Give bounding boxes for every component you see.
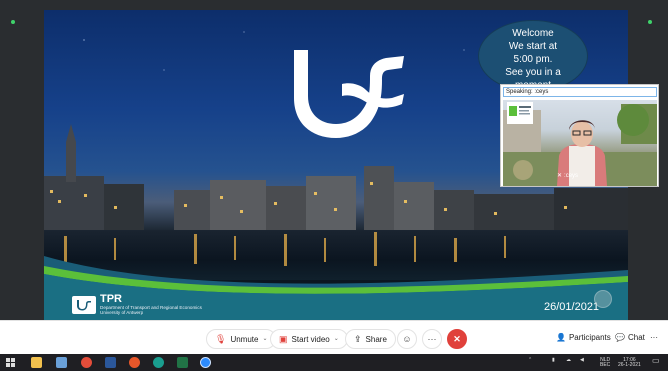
- toolbar-overflow-button[interactable]: ···: [650, 333, 658, 342]
- language-indicator[interactable]: NLD BEC: [600, 358, 610, 368]
- mic-muted-icon: ✕: [557, 173, 563, 179]
- app-icon[interactable]: [56, 357, 67, 368]
- chat-button[interactable]: 💬 Chat: [615, 333, 645, 342]
- more-options-button[interactable]: ···: [422, 329, 442, 349]
- welcome-bubble: Welcome We start at 5:00 pm. See you in …: [478, 20, 588, 92]
- tray-chevron-up-icon[interactable]: ⌃: [528, 358, 532, 363]
- participants-icon: 👤: [556, 333, 566, 342]
- speaker-name: :ceys: [564, 172, 579, 179]
- word-icon[interactable]: [105, 357, 116, 368]
- slide-date: 26/01/2021: [544, 301, 600, 313]
- share-label: Share: [365, 334, 387, 344]
- welcome-line: We start at: [508, 41, 558, 52]
- share-button[interactable]: ⇪ Share: [345, 329, 396, 349]
- participants-button[interactable]: 👤 Participants: [556, 333, 611, 342]
- welcome-line: Welcome: [512, 28, 554, 39]
- emoji-icon: ☺: [402, 334, 412, 344]
- speaker-video: [503, 100, 657, 186]
- tpr-logo: TPR Department of Transport and Regional…: [72, 294, 202, 315]
- tpr-logo-icon: [72, 295, 96, 314]
- system-clock[interactable]: 17:06 26-1-2021: [618, 358, 641, 368]
- file-explorer-icon[interactable]: [31, 357, 42, 368]
- speaker-volume-icon[interactable]: ◀: [580, 358, 584, 363]
- mic-muted-icon: 🎙: [215, 333, 227, 344]
- chat-label: Chat: [627, 333, 645, 342]
- cloud-icon[interactable]: ☁: [566, 358, 571, 363]
- participants-label: Participants: [568, 333, 611, 342]
- windows-taskbar: ⌃ ▮ ☁ ◀ NLD BEC 17:06 26-1-2021 ▭: [0, 354, 668, 371]
- excel-icon[interactable]: [177, 357, 188, 368]
- chat-icon: 💬: [615, 333, 625, 342]
- status-dot: [648, 20, 652, 24]
- speaker-scene: [503, 102, 657, 186]
- speaker-video-panel[interactable]: Speaking: :ceys ✕:ceys: [500, 84, 659, 187]
- notifications-icon[interactable]: ▭: [652, 357, 660, 365]
- unmute-label: Unmute: [230, 334, 259, 344]
- start-video-button[interactable]: ▣ Start video ⌄: [270, 329, 348, 349]
- close-icon: ✕: [453, 333, 461, 344]
- start-video-label: Start video: [291, 334, 330, 344]
- org-name: TPR: [100, 293, 122, 305]
- edge-icon[interactable]: [153, 357, 164, 368]
- meeting-toolbar: 🎙 Unmute ⌄ ▣ Start video ⌄ ⇪ Share ☺ ···…: [0, 320, 668, 354]
- webex-icon[interactable]: [200, 357, 211, 368]
- language-sub: BEC: [600, 362, 611, 368]
- unmute-button[interactable]: 🎙 Unmute ⌄: [206, 329, 277, 349]
- more-icon: ···: [650, 333, 658, 342]
- decorative-circle: [594, 290, 612, 308]
- reactions-button[interactable]: ☺: [397, 329, 417, 349]
- firefox-icon[interactable]: [129, 357, 140, 368]
- status-dot: [11, 20, 15, 24]
- clock-date: 26-1-2021: [618, 362, 641, 368]
- speaker-name-tag: ✕ :ceys: [557, 172, 579, 180]
- windows-start-icon[interactable]: [6, 358, 15, 367]
- chevron-down-icon[interactable]: ⌄: [334, 335, 339, 344]
- org-university: University of Antwerp: [100, 310, 144, 315]
- more-icon: ···: [427, 334, 437, 344]
- welcome-line: See you in a: [505, 67, 561, 78]
- leave-meeting-button[interactable]: ✕: [447, 329, 467, 349]
- network-icon[interactable]: ▮: [552, 358, 555, 363]
- speaking-indicator: Speaking: :ceys: [503, 87, 657, 97]
- welcome-line: 5:00 pm.: [513, 54, 553, 65]
- video-off-icon: ▣: [279, 333, 288, 344]
- meeting-stage: TPR Department of Transport and Regional…: [0, 0, 668, 320]
- chrome-icon[interactable]: [81, 357, 92, 368]
- chevron-down-icon[interactable]: ⌄: [262, 335, 267, 344]
- share-icon: ⇪: [354, 333, 362, 344]
